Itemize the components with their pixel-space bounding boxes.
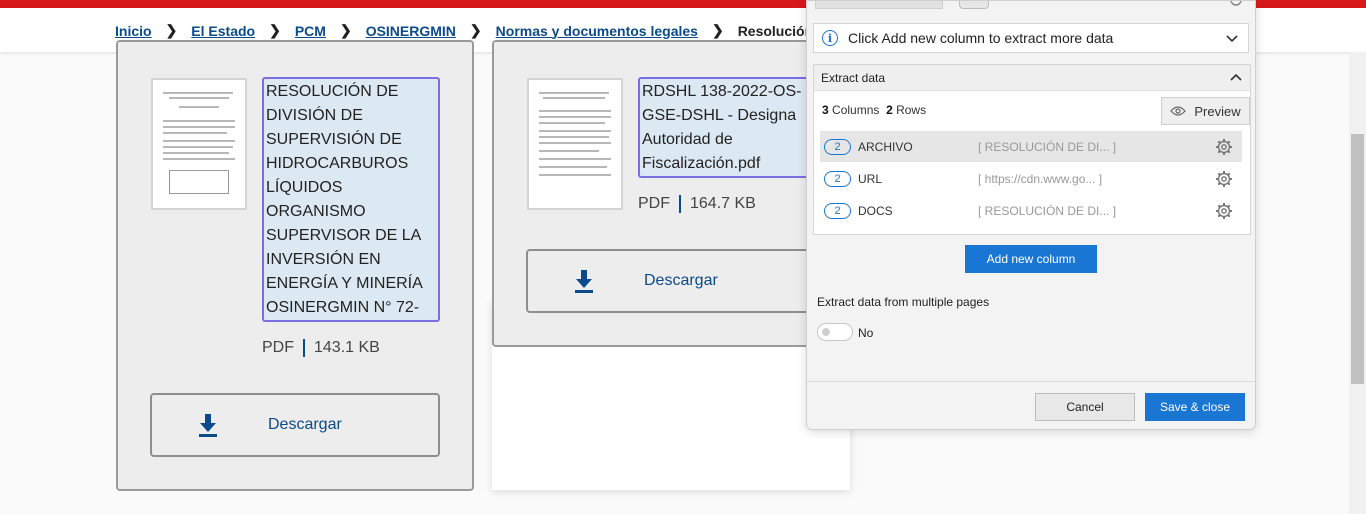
multi-pages-label: Extract data from multiple pages: [817, 295, 990, 309]
panel-footer: Cancel Save & close: [807, 381, 1255, 429]
breadcrumb-link-normas[interactable]: Normas y documentos legales: [496, 23, 698, 39]
extract-counts: 3 Columns 2 Rows: [822, 103, 926, 117]
add-new-column-button[interactable]: Add new column: [965, 245, 1097, 273]
download-label: Descargar: [268, 416, 342, 433]
breadcrumb-link-osinergmin[interactable]: OSINERGMIN: [366, 23, 456, 39]
rows-label: Rows: [896, 103, 927, 117]
multi-pages-toggle[interactable]: [817, 323, 853, 341]
save-close-button[interactable]: Save & close: [1145, 393, 1245, 421]
gear-icon[interactable]: [1215, 202, 1233, 223]
columns-count: 3: [822, 103, 829, 117]
scrollbar-thumb[interactable]: [1351, 134, 1364, 384]
info-text: Click Add new column to extract more dat…: [848, 30, 1114, 46]
document-filename[interactable]: RDSHL 138-2022-OS-GSE-DSHL - Designa Aut…: [638, 77, 816, 178]
column-count-badge: 2: [824, 138, 851, 155]
toggle-knob: [822, 328, 830, 336]
download-icon: [198, 413, 218, 437]
document-size: 164.7 KB: [690, 195, 756, 212]
multi-pages-value: No: [858, 326, 874, 340]
chevron-right-icon: ❯: [469, 22, 482, 38]
extract-panel: i Click Add new column to extract more d…: [806, 0, 1256, 430]
page-scrollbar[interactable]: [1349, 52, 1366, 514]
divider: [679, 195, 681, 213]
column-preview: [ RESOLUCIÓN DE DI... ]: [978, 139, 1117, 154]
document-meta: PDF 164.7 KB: [638, 195, 756, 213]
panel-icon-button[interactable]: [959, 1, 989, 9]
extract-data-title: Extract data: [821, 70, 886, 85]
gear-icon[interactable]: [1215, 170, 1233, 191]
breadcrumb-link-pcm[interactable]: PCM: [295, 23, 326, 39]
pdf-thumbnail[interactable]: [527, 78, 623, 210]
download-label: Descargar: [644, 272, 718, 289]
column-row[interactable]: 2 URL [ https://cdn.www.go... ]: [820, 163, 1242, 194]
extract-data-header[interactable]: Extract data: [814, 65, 1250, 91]
column-name: URL: [858, 171, 883, 186]
breadcrumb-link-inicio[interactable]: Inicio: [115, 23, 152, 39]
pdf-thumbnail[interactable]: [151, 78, 247, 210]
download-button[interactable]: Descargar: [150, 393, 440, 457]
document-type: PDF: [638, 195, 670, 212]
column-row[interactable]: 2 ARCHIVO [ RESOLUCIÓN DE DI... ]: [820, 131, 1242, 162]
chevron-up-icon[interactable]: [1230, 72, 1242, 87]
breadcrumb: Inicio ❯ El Estado ❯ PCM ❯ OSINERGMIN ❯ …: [115, 22, 872, 39]
column-preview: [ RESOLUCIÓN DE DI... ]: [978, 203, 1117, 218]
column-name: DOCS: [858, 203, 893, 218]
info-icon: i: [822, 30, 838, 46]
document-filename[interactable]: RESOLUCIÓN DE DIVISIÓN DE SUPERVISIÓN DE…: [262, 77, 440, 322]
preview-label: Preview: [1194, 103, 1241, 119]
columns-label: Columns: [832, 103, 880, 117]
column-preview: [ https://cdn.www.go... ]: [978, 171, 1103, 186]
column-count-badge: 2: [824, 202, 851, 219]
document-type: PDF: [262, 339, 294, 356]
extract-data-section: Extract data 3 Columns 2 Rows Preview 2 …: [813, 64, 1251, 235]
chevron-right-icon: ❯: [165, 22, 178, 38]
column-name: ARCHIVO: [858, 139, 913, 154]
chevron-right-icon: ❯: [269, 22, 281, 38]
cancel-button[interactable]: Cancel: [1035, 393, 1135, 421]
document-size: 143.1 KB: [314, 339, 380, 356]
column-row[interactable]: 2 DOCS [ RESOLUCIÓN DE DI... ]: [820, 195, 1242, 226]
breadcrumb-link-el-estado[interactable]: El Estado: [191, 23, 255, 39]
document-meta: PDF 143.1 KB: [262, 339, 380, 357]
gear-icon[interactable]: [1215, 138, 1233, 159]
rows-count: 2: [886, 103, 893, 117]
preview-button[interactable]: Preview: [1161, 97, 1250, 125]
column-count-badge: 2: [824, 170, 851, 187]
panel-tab[interactable]: [815, 1, 943, 9]
eye-icon: [1170, 104, 1187, 119]
panel-top-controls: [815, 1, 1255, 11]
document-card: RESOLUCIÓN DE DIVISIÓN DE SUPERVISIÓN DE…: [116, 40, 474, 491]
info-banner[interactable]: i Click Add new column to extract more d…: [813, 23, 1249, 53]
document-card: RDSHL 138-2022-OS-GSE-DSHL - Designa Aut…: [492, 40, 850, 347]
divider: [303, 339, 305, 357]
gear-icon[interactable]: [1229, 1, 1243, 6]
download-button[interactable]: Descargar: [526, 249, 816, 313]
chevron-right-icon: ❯: [339, 22, 352, 38]
chevron-down-icon[interactable]: [1226, 31, 1238, 47]
download-icon: [574, 269, 594, 293]
chevron-right-icon: ❯: [711, 22, 724, 38]
